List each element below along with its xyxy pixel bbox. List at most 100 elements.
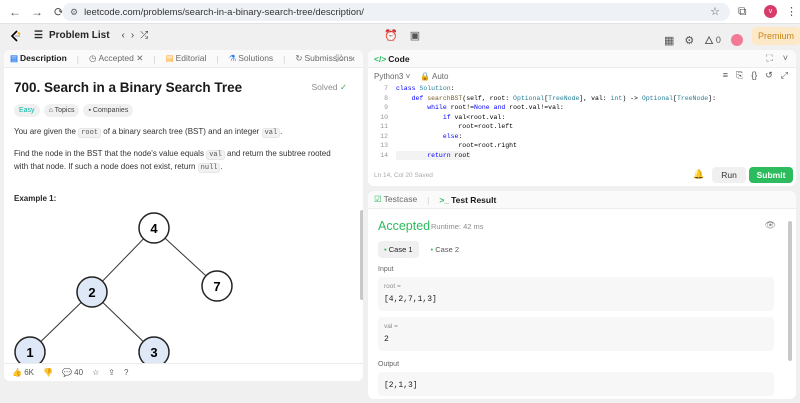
notification-icon[interactable]: 🔔 <box>693 169 704 180</box>
layout-grid-icon[interactable]: ▦ <box>664 34 674 47</box>
site-info-icon[interactable]: ⚙ <box>70 7 78 18</box>
problem-title: 700. Search in a Binary Search Tree <box>14 80 243 95</box>
maximize-icon[interactable]: ⛶ <box>336 53 342 64</box>
code-tabbar: </> Code ⛶ ˅ <box>368 50 796 68</box>
braces-icon[interactable]: {} <box>751 70 757 81</box>
profile-avatar[interactable]: v <box>764 5 777 18</box>
premium-button[interactable]: Premium <box>752 27 800 45</box>
problem-list-link[interactable]: Problem List <box>49 30 110 41</box>
line-number: 8 <box>384 94 388 102</box>
language-select[interactable]: Python3 ˅ <box>374 72 410 81</box>
address-bar[interactable]: ⚙ leetcode.com/problems/search-in-a-bina… <box>62 3 730 21</box>
code-line: class Solution: <box>396 85 455 92</box>
check-circle-icon: ✓ <box>339 82 347 92</box>
tab-editorial[interactable]: ▤ Editorial <box>166 53 207 64</box>
fullscreen-icon[interactable]: ⤢ <box>781 70 788 81</box>
dislike-button[interactable]: 👎 <box>43 368 53 377</box>
tree-node-label: 4 <box>150 221 158 236</box>
problem-statement-2: Find the node in the BST that the node's… <box>14 149 331 173</box>
share-icon[interactable]: ⇪ <box>108 368 115 377</box>
prev-problem-icon[interactable]: ‹ <box>122 30 131 41</box>
auto-mode-toggle[interactable]: 🔒 Auto <box>420 72 448 81</box>
collapse-icon[interactable]: ˅ <box>783 53 788 64</box>
tab-test-result[interactable]: >_ Test Result <box>439 195 496 205</box>
bookmark-icon[interactable]: ⎘ <box>736 70 743 81</box>
code-panel: </> Code ⛶ ˅ Python3 ˅ 🔒 Auto ≡ ⎘ {} ↺ ⤢ … <box>368 50 796 186</box>
reset-icon[interactable]: ↺ <box>765 70 773 81</box>
tab-description[interactable]: ▤ Description <box>10 53 67 64</box>
editor-status: Ln 14, Col 20 Saved <box>374 172 433 179</box>
companies-chip[interactable]: ▪ Companies <box>83 104 134 117</box>
browser-menu-icon[interactable]: ⋮ <box>786 5 797 18</box>
output-label: Output <box>378 361 400 368</box>
code-line: else: <box>442 132 463 140</box>
debug-icon[interactable]: ⏰ <box>384 29 398 42</box>
left-tabbar: ▤ Description | ◷ Accepted ✕ | ▤ Editorial … <box>4 50 363 68</box>
problem-list-icon[interactable]: ☰ <box>34 30 43 41</box>
test-panel: ☑ Testcase | >_ Test Result Accepted Runti… <box>368 191 796 399</box>
terminal-icon: >_ <box>439 194 450 205</box>
app-header: ☰ Problem List ‹›⤮ ⏰ ▣ ▦ ⚙ 🜂 0 Premium <box>0 24 800 48</box>
next-problem-icon[interactable]: › <box>131 30 140 41</box>
problem-statement-1: You are given the root of a binary searc… <box>14 127 283 138</box>
bookmark-star-icon[interactable]: ☆ <box>710 5 720 18</box>
streak-fire-icon[interactable]: 🜂 <box>704 29 714 51</box>
format-icon[interactable]: ≡ <box>723 70 728 81</box>
dot-icon: • <box>384 245 387 254</box>
browser-toolbar: ← → ⟳ ⚙ leetcode.com/problems/search-in-… <box>0 0 800 24</box>
difficulty-badge[interactable]: Easy <box>14 104 40 117</box>
extensions-icon[interactable]: ⧉ <box>738 4 747 19</box>
tab-accepted[interactable]: ◷ Accepted ✕ <box>89 53 143 64</box>
line-number: 10 <box>380 113 388 121</box>
line-number: 7 <box>384 85 388 92</box>
eye-icon[interactable]: 👁 <box>765 220 776 231</box>
streak-count: 0 <box>715 35 721 45</box>
editor-toolbar: Python3 ˅ 🔒 Auto ≡ ⎘ {} ↺ ⤢ <box>368 68 796 84</box>
code-line: root=root.left <box>396 123 514 130</box>
line-number: 12 <box>380 132 388 140</box>
shuffle-icon[interactable]: ⤮ <box>140 30 154 41</box>
tab-testcase[interactable]: ☑ Testcase <box>374 194 417 205</box>
result-scrollbar[interactable] <box>788 221 792 361</box>
code-line: return root <box>396 150 471 160</box>
maximize-icon[interactable]: ⛶ <box>766 53 772 64</box>
lock-icon: ▪ <box>88 107 91 114</box>
tree-node-label: 2 <box>88 285 95 300</box>
collapse-icon[interactable]: ‹ <box>352 53 355 64</box>
submit-button[interactable]: Submit <box>749 167 793 183</box>
line-number: 11 <box>380 123 388 130</box>
settings-gear-icon[interactable]: ⚙ <box>684 34 694 47</box>
run-button[interactable]: Run <box>712 167 746 183</box>
topics-chip[interactable]: ⌂ Topics <box>43 104 80 117</box>
case-2-tab[interactable]: • Case 2 <box>425 241 466 258</box>
back-icon[interactable]: ← <box>8 5 22 19</box>
val-key: val = <box>384 323 398 330</box>
forward-icon[interactable]: → <box>30 5 44 19</box>
code-line: root=root.right <box>396 142 517 149</box>
help-icon[interactable]: ? <box>124 368 128 377</box>
case-1-tab[interactable]: • Case 1 <box>378 241 419 258</box>
description-scrollbar[interactable] <box>360 210 363 300</box>
problem-footer: 👍 6K 👎 💬 40 ☆ ⇪ ? <box>4 363 363 381</box>
like-button[interactable]: 👍 6K <box>12 368 34 377</box>
line-number: 14 <box>380 151 388 159</box>
notes-icon[interactable]: ▣ <box>410 29 420 42</box>
submissions-icon: ↻ <box>295 53 303 63</box>
leetcode-logo-icon[interactable] <box>10 30 22 42</box>
favorite-star-icon[interactable]: ☆ <box>92 368 99 377</box>
checkbox-icon: ☑ <box>374 194 382 204</box>
close-tab-icon[interactable]: ✕ <box>136 53 143 63</box>
tab-solutions[interactable]: ⚗ Solutions <box>229 53 274 64</box>
comments-button[interactable]: 💬 40 <box>62 368 83 377</box>
user-avatar[interactable] <box>730 34 743 46</box>
dot-icon: • <box>430 245 434 254</box>
tab-code[interactable]: </> Code <box>374 54 410 64</box>
example-tree-diagram: 4 2 7 1 3 <box>14 212 233 368</box>
val-input-box: val = 2 <box>378 317 774 351</box>
tree-node-label: 7 <box>213 279 220 294</box>
code-line: while root!=None and root.val!=val: <box>427 104 564 111</box>
line-number: 9 <box>384 104 388 111</box>
tree-node-label: 1 <box>26 345 33 360</box>
lock-icon: 🔒 <box>420 71 431 81</box>
output-value: [2,1,3] <box>384 381 418 390</box>
